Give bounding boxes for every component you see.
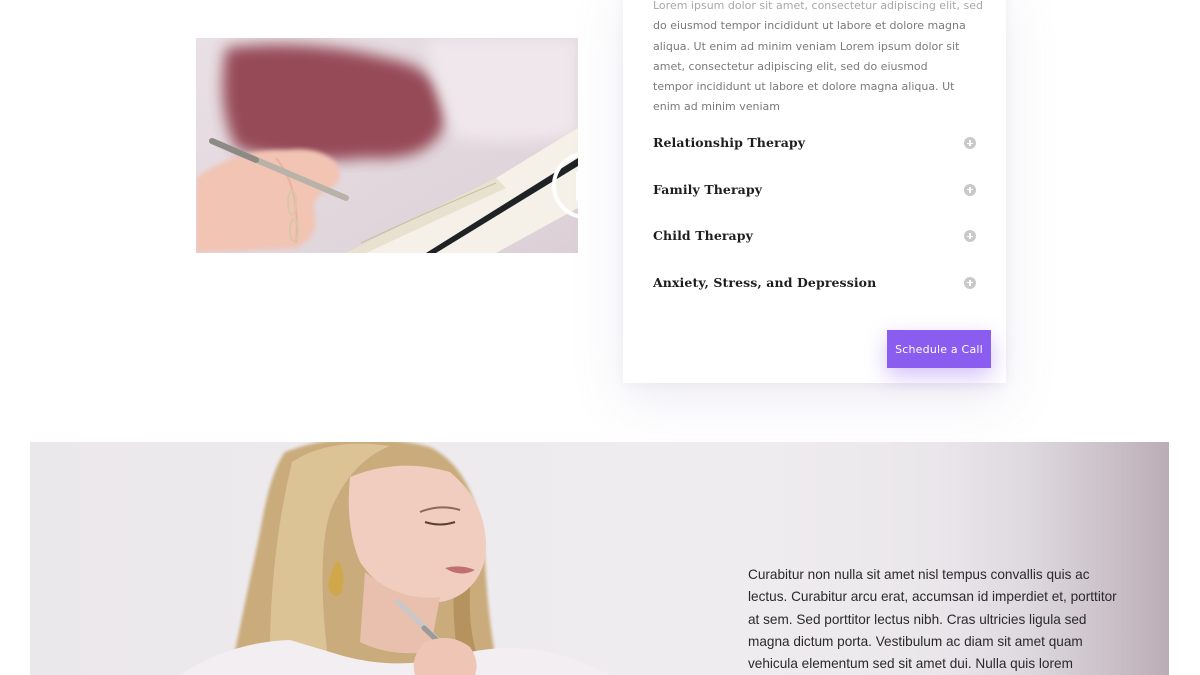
video-thumbnail[interactable] (196, 38, 578, 253)
plus-circle-icon[interactable] (964, 276, 976, 289)
accordion-item-label: Family Therapy (653, 181, 763, 197)
accordion-item-child-therapy[interactable]: Child Therapy (653, 220, 976, 267)
play-icon (575, 170, 578, 201)
schedule-call-button[interactable]: Schedule a Call (887, 330, 991, 368)
card-intro-body: do eiusmod tempor incididunt ut labore e… (653, 19, 966, 114)
video-still-image (196, 38, 578, 253)
accordion-item-label: Anxiety, Stress, and Depression (653, 274, 877, 290)
card-intro-top-line: Lorem ipsum dolor sit amet, consectetur … (653, 0, 983, 12)
plus-circle-icon[interactable] (964, 137, 976, 149)
plus-circle-icon[interactable] (964, 183, 976, 196)
services-accordion: Relationship Therapy Family Therapy Chil… (653, 127, 976, 313)
accordion-item-family-therapy[interactable]: Family Therapy (653, 174, 976, 221)
accordion-item-label: Child Therapy (653, 228, 753, 243)
banner-body-text: Curabitur non nulla sit amet nisl tempus… (748, 567, 1117, 672)
accordion-item-relationship-therapy[interactable]: Relationship Therapy (653, 127, 976, 174)
card-intro-text: Lorem ipsum dolor sit amet, consectetur … (653, 0, 983, 118)
accordion-item-anxiety-stress-depression[interactable]: Anxiety, Stress, and Depression (653, 267, 976, 314)
services-card: Lorem ipsum dolor sit amet, consectetur … (623, 0, 1006, 383)
plus-circle-icon[interactable] (964, 230, 976, 242)
accordion-item-label: Relationship Therapy (653, 135, 806, 150)
therapist-banner: Curabitur non nulla sit amet nisl tempus… (30, 442, 1169, 675)
